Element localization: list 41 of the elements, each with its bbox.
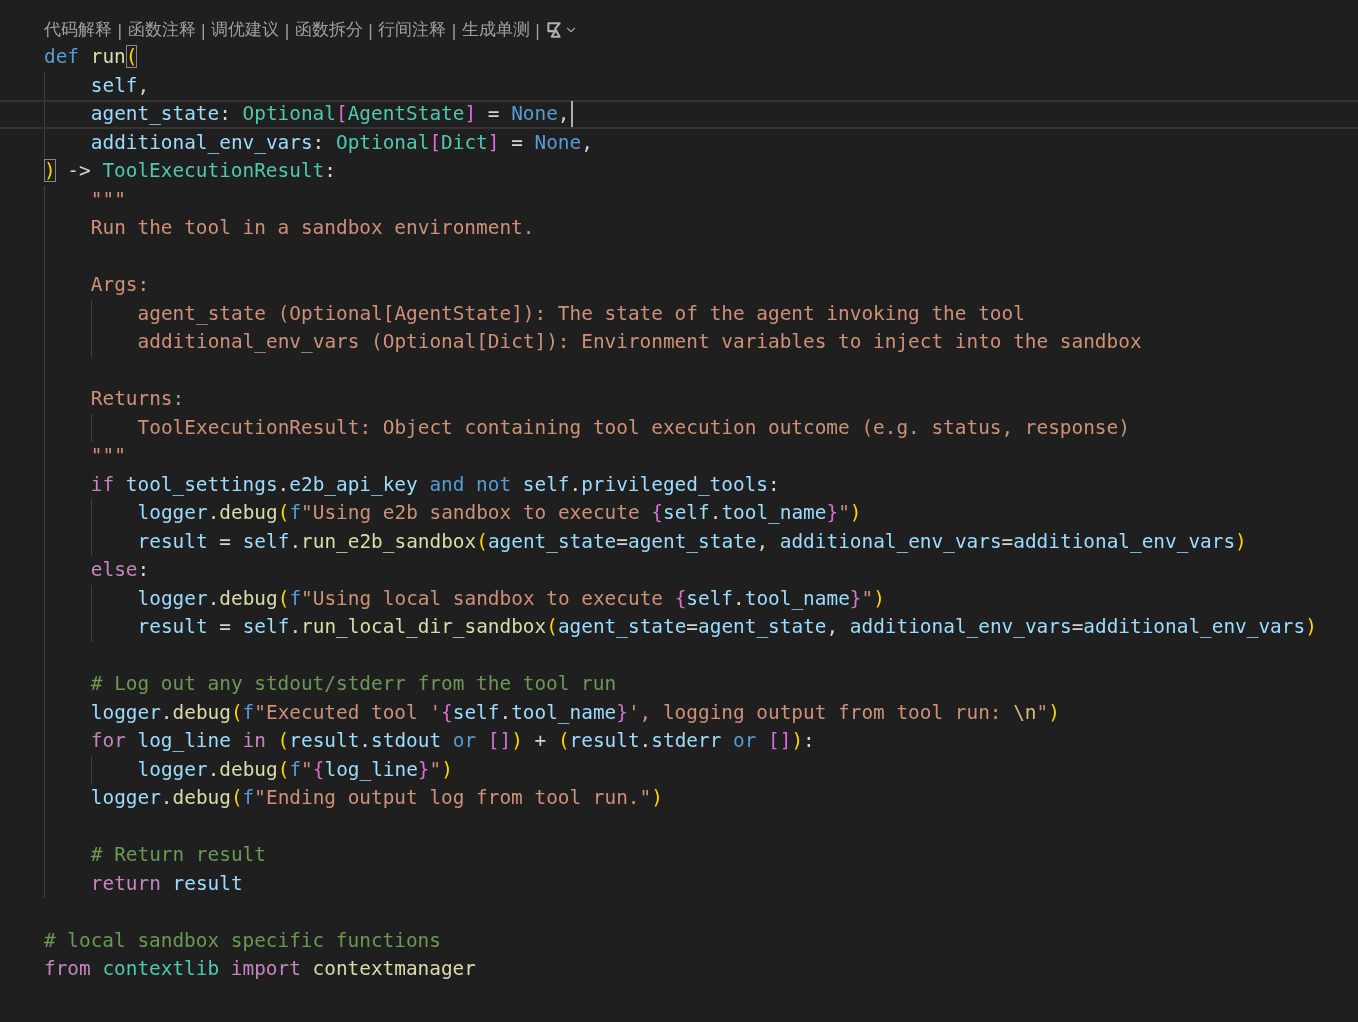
codelens-link[interactable]: 行间注释 bbox=[378, 19, 447, 41]
code-line: """ bbox=[90, 186, 126, 213]
code-line: additional_env_vars: Optional[Dict] = None, bbox=[90, 129, 593, 156]
logo-icon[interactable] bbox=[545, 21, 564, 39]
code-line: else: bbox=[90, 557, 150, 584]
code-line: agent_state: Optional[AgentState] = None, bbox=[90, 100, 570, 129]
code-line: return result bbox=[90, 870, 243, 897]
code-line: agent_state (Optional[AgentState]): The state of the agent invoking the tool bbox=[137, 300, 1025, 327]
code-line: Args: bbox=[90, 272, 150, 299]
codelens-link[interactable]: 函数注释 bbox=[127, 19, 196, 41]
separator-text: | bbox=[284, 20, 290, 40]
code-line: from contextlib import contextmanager bbox=[44, 956, 476, 983]
separator-text: | bbox=[367, 20, 374, 40]
code-line: logger.debug(f"Executed tool '{self.tool_name}', logging output from tool run: \n") bbox=[90, 699, 1060, 726]
code-line: # Return result bbox=[90, 842, 266, 869]
codelens-link[interactable]: 生成单测 bbox=[461, 19, 530, 41]
code-line: self, bbox=[90, 72, 150, 99]
code-line: additional_env_vars (Optional[Dict]): Environment variables to inject into the sandbox bbox=[137, 329, 1142, 356]
code-line: logger.debug(f"Using e2b sandbox to execute {self.tool_name}") bbox=[137, 500, 862, 527]
code-line: ToolExecutionResult: Object containing tool execution outcome (e.g. status, response) bbox=[137, 414, 1130, 441]
codelens-link[interactable]: 函数拆分 bbox=[294, 19, 363, 41]
separator-text: | bbox=[200, 20, 207, 40]
code-line: if tool_settings.e2b_api_key and not self.privileged_tools: bbox=[90, 471, 780, 498]
code-line: result = self.run_local_dir_sandbox(agent_state=agent_state, additional_env_vars=additional_env_vars) bbox=[137, 614, 1317, 641]
code-line: # local sandbox specific functions bbox=[44, 927, 441, 954]
separator-text: | bbox=[534, 20, 541, 40]
code-line: logger.debug(f"Using local sandbox to execute {self.tool_name}") bbox=[137, 585, 885, 612]
codelens-link[interactable]: 调优建议 bbox=[211, 19, 280, 41]
code-line: logger.debug(f"Ending output log from tool run.") bbox=[90, 785, 663, 812]
code-line: Run the tool in a sandbox environment. bbox=[90, 215, 535, 242]
code-line: result = self.run_e2b_sandbox(agent_state=agent_state, additional_env_vars=additional_env_vars) bbox=[137, 528, 1247, 555]
code-line: Returns: bbox=[90, 386, 185, 413]
code-line: logger.debug(f"{log_line}") bbox=[137, 756, 453, 783]
code-line: ) -> ToolExecutionResult: bbox=[44, 158, 336, 185]
code-line: def run( bbox=[44, 44, 138, 71]
separator-text: | bbox=[117, 20, 123, 40]
codelens-link[interactable]: 代码解释 bbox=[44, 19, 112, 41]
code-line: for log_line in (result.stdout or []) + (result.stderr or []): bbox=[90, 728, 815, 755]
code-line: """ bbox=[90, 443, 126, 470]
separator-text: | bbox=[451, 20, 457, 40]
code-line: # Log out any stdout/stderr from the tool run bbox=[90, 671, 617, 698]
